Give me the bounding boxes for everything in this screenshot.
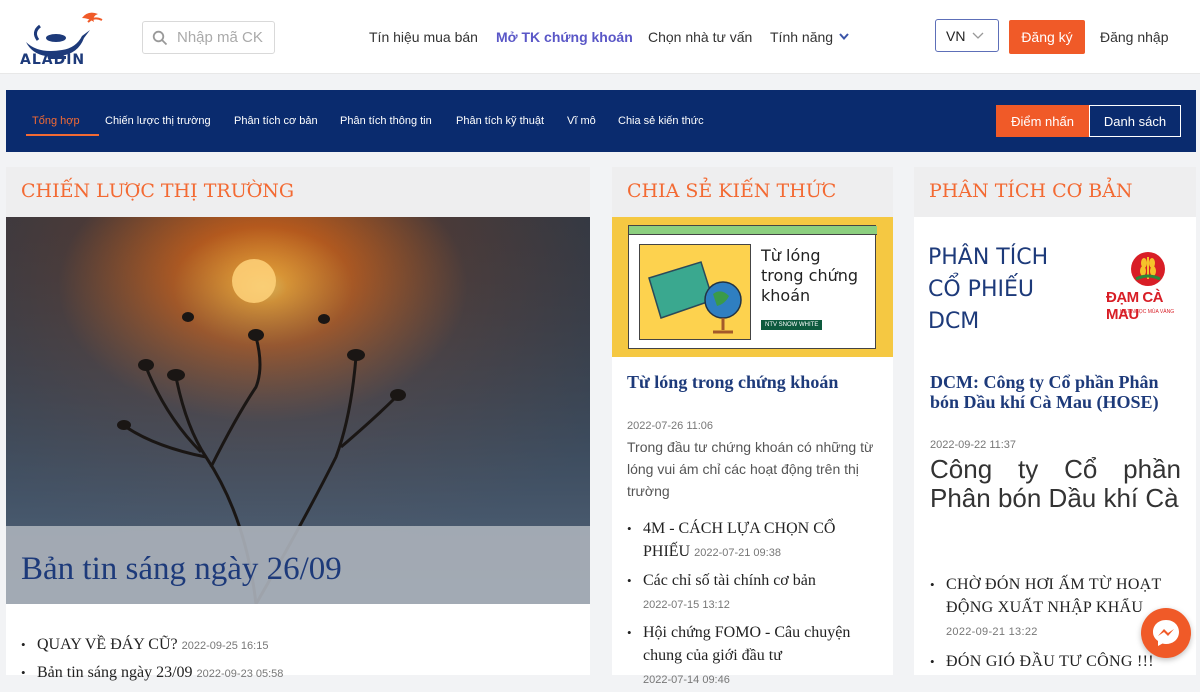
article-date: 2022-09-22 11:37	[930, 439, 1017, 451]
slang-article-image[interactable]: Từ lóng trong chứng khoán NTV SNOW WHITE	[612, 217, 893, 357]
image-caption-line-3: khoán	[761, 286, 811, 305]
stock-search-box[interactable]	[142, 21, 275, 54]
knowledge-sharing-card: Từ lóng trong chứng khoán NTV SNOW WHITE…	[612, 217, 893, 686]
article-title[interactable]: Các chỉ số tài chính cơ bản	[643, 572, 816, 589]
tab-market-strategy[interactable]: Chiến lược thị trường	[105, 115, 211, 127]
article-date: 2022-07-21 09:38	[694, 547, 781, 559]
sunset-feature-image[interactable]	[6, 217, 590, 604]
dcm-article-image[interactable]: PHÂN TÍCH CỔ PHIẾU DCM ĐẠM CÀ MAU HẠT NG…	[914, 217, 1196, 357]
article-date: 2022-07-26 11:06	[627, 420, 714, 432]
article-title[interactable]: QUAY VỀ ĐÁY CŨ?	[37, 636, 178, 653]
list-item[interactable]: 4M - CÁCH LỰA CHỌN CỔ PHIẾU 2022-07-21 0…	[627, 517, 882, 565]
knowledge-list: 4M - CÁCH LỰA CHỌN CỔ PHIẾU 2022-07-21 0…	[627, 517, 882, 692]
search-input[interactable]	[177, 22, 272, 53]
dam-ca-mau-brand: ĐẠM CÀ MAU	[1106, 289, 1164, 323]
image-caption-line-3: DCM	[928, 309, 980, 334]
article-excerpt: Trong đầu tư chứng khoán có những từ lón…	[627, 439, 874, 499]
chevron-down-icon[interactable]	[838, 32, 850, 42]
tab-macro[interactable]: Vĩ mô	[567, 115, 596, 127]
category-bar: Tổng hợp Chiến lược thị trường Phân tích…	[6, 90, 1196, 152]
tab-technical-analysis[interactable]: Phân tích kỹ thuật	[456, 115, 544, 127]
article-date: 2022-09-23 05:58	[196, 668, 284, 680]
dam-ca-mau-logo-icon	[1131, 252, 1165, 286]
tab-news-analysis[interactable]: Phân tích thông tin	[340, 115, 432, 127]
highlight-view-button[interactable]: Điểm nhấn	[996, 105, 1089, 137]
feature-article-title[interactable]: Bản tin sáng ngày 26/09	[21, 551, 342, 588]
image-caption-line-1: PHÂN TÍCH	[928, 245, 1049, 270]
fundamental-analysis-card: PHÂN TÍCH CỔ PHIẾU DCM ĐẠM CÀ MAU HẠT NG…	[914, 217, 1196, 675]
tab-knowledge-sharing[interactable]: Chia sẻ kiến thức	[618, 115, 704, 127]
search-icon	[152, 30, 168, 46]
article-excerpt: Công ty Cổ phần Phân bón Dầu khí Cà	[930, 454, 1181, 513]
tab-fundamental-analysis[interactable]: Phân tích cơ bản	[234, 115, 318, 127]
nav-trading-signals[interactable]: Tín hiệu mua bán	[369, 29, 478, 45]
tab-overview[interactable]: Tổng hợp	[32, 115, 80, 127]
article-title[interactable]: Từ lóng trong chứng khoán	[627, 372, 882, 392]
section-heading-fundamental-analysis[interactable]: PHÂN TÍCH CƠ BẢN	[914, 167, 1196, 217]
list-item[interactable]: Bản tin sáng ngày 23/09 2022-09-23 05:58	[21, 661, 581, 686]
section-heading-market-strategy[interactable]: CHIẾN LƯỢC THỊ TRƯỜNG	[6, 167, 590, 217]
top-header: ALADIN Tín hiệu mua bán Mở TK chứng khoá…	[0, 0, 1200, 74]
map-globe-icon	[648, 261, 742, 334]
dam-ca-mau-slogan: HẠT NGỌC MÙA VÀNG	[1120, 309, 1175, 315]
language-select[interactable]: VN	[935, 19, 999, 52]
article-date: 2022-07-14 09:46	[643, 674, 730, 686]
article-title[interactable]: Bản tin sáng ngày 23/09	[37, 664, 193, 681]
active-tab-underline	[26, 134, 99, 136]
image-caption-line-1: Từ lóng	[761, 246, 821, 265]
nav-open-account[interactable]: Mở TK chứng khoán	[496, 29, 633, 45]
article-date: 2022-07-15 13:12	[643, 599, 730, 611]
article-title[interactable]: ĐÓN GIÓ ĐẦU TƯ CÔNG !!!	[946, 653, 1154, 670]
nav-features[interactable]: Tính năng	[770, 29, 833, 45]
article-date: 2022-09-21 13:22	[946, 626, 1038, 638]
article-title[interactable]: CHỜ ĐÓN HƠI ẤM TỪ HOẠT ĐỘNG XUẤT NHẬP KH…	[946, 576, 1161, 616]
list-view-button[interactable]: Danh sách	[1089, 105, 1181, 137]
list-item[interactable]: QUAY VỀ ĐÁY CŨ? 2022-09-25 16:15	[21, 633, 581, 658]
messenger-chat-button[interactable]	[1141, 608, 1191, 658]
list-item[interactable]: Hội chứng FOMO - Câu chuyện chung của gi…	[627, 621, 882, 692]
language-value: VN	[946, 28, 966, 44]
image-caption-line-2: CỔ PHIẾU	[928, 277, 1034, 302]
section-heading-knowledge-sharing[interactable]: CHIA SẺ KIẾN THỨC	[612, 167, 893, 217]
chevron-down-icon	[972, 32, 984, 39]
image-caption-line-2: trong chứng	[761, 266, 859, 285]
list-item[interactable]: Các chỉ số tài chính cơ bản 2022-07-15 13…	[627, 569, 882, 617]
market-strategy-card: Bản tin sáng ngày 26/09 QUAY VỀ ĐÁY CŨ? …	[6, 217, 590, 684]
image-tag: NTV SNOW WHITE	[761, 320, 823, 330]
article-date: 2022-09-25 16:15	[181, 640, 269, 652]
article-title[interactable]: DCM: Công ty Cổ phần Phân bón Dầu khí Cà…	[930, 372, 1190, 412]
messenger-icon	[1153, 620, 1179, 646]
register-button[interactable]: Đăng ký	[1009, 20, 1085, 54]
brand-name: ALADIN	[20, 52, 86, 68]
nav-choose-advisor[interactable]: Chọn nhà tư vấn	[648, 29, 752, 45]
market-strategy-list: QUAY VỀ ĐÁY CŨ? 2022-09-25 16:15 Bản tin…	[21, 633, 581, 686]
login-link[interactable]: Đăng nhập	[1100, 29, 1169, 45]
article-title[interactable]: Hội chứng FOMO - Câu chuyện chung của gi…	[643, 624, 850, 664]
